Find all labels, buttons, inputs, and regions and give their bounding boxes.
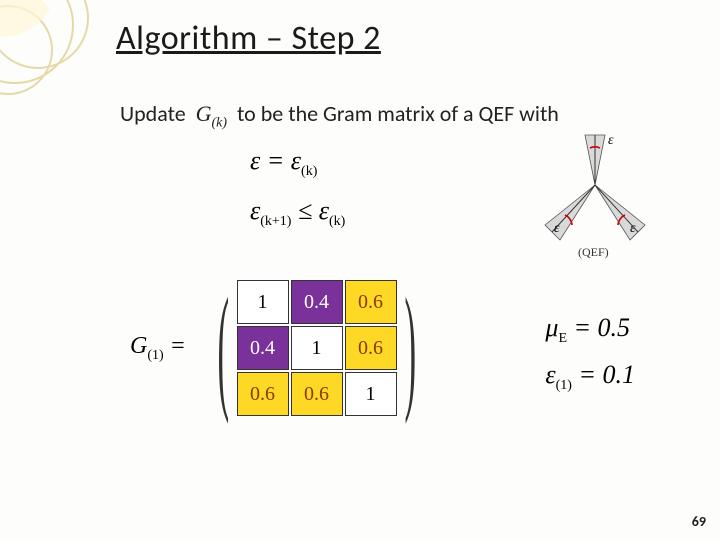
slide-title: Algorithm – Step 2 <box>116 18 381 59</box>
matrix-grid: 1 0.4 0.6 0.4 1 0.6 0.6 0.6 1 <box>237 280 397 416</box>
leq-sign: ≤ <box>291 196 318 225</box>
eps-right-1: ε <box>291 146 301 175</box>
cell-2-0: 0.6 <box>237 372 289 416</box>
cell-2-1: 0.6 <box>291 372 343 416</box>
qef-label: (QEF) <box>578 245 609 259</box>
update-word: Update <box>120 100 186 127</box>
cell-0-2: 0.6 <box>345 280 397 324</box>
body-rest: to be the Gram matrix of a QEF with <box>237 100 559 127</box>
eps-line: ε(1) = 0.1 <box>545 352 635 399</box>
eq-sign-1: = <box>260 146 291 175</box>
matrix-g-sub: (1) <box>147 347 163 362</box>
eps-right-1-sub: (k) <box>301 164 317 179</box>
cell-1-1: 1 <box>291 326 343 370</box>
cell-0-1: 0.4 <box>291 280 343 324</box>
body-text: Update G(k) to be the Gram matrix of a Q… <box>120 100 559 131</box>
eps-right-2: ε <box>319 196 329 225</box>
equation-block: ε = ε(k) ε(k+1) ≤ ε(k) <box>250 140 345 239</box>
qef-eps-left: ε <box>554 221 560 236</box>
qef-diagram: ε ε ε (QEF) <box>530 130 660 260</box>
g-subscript: (k) <box>212 115 228 130</box>
mu-symbol: μ <box>545 313 558 342</box>
eps-left-2-sub: (k+1) <box>260 214 291 229</box>
matrix-g: G <box>130 333 147 359</box>
matrix-area: G(1) = ( 1 0.4 0.6 0.4 1 0.6 0.6 0.6 1 ) <box>130 280 433 416</box>
decorative-circles <box>0 0 120 120</box>
eps-left-1: ε <box>250 146 260 175</box>
eps-sub: (1) <box>556 378 572 393</box>
matrix-eq: = <box>164 333 186 359</box>
eps-symbol: ε <box>545 360 555 389</box>
cell-0-0: 1 <box>237 280 289 324</box>
cell-2-2: 1 <box>345 372 397 416</box>
bracket-left: ( <box>217 283 229 413</box>
cell-1-2: 0.6 <box>345 326 397 370</box>
g-symbol: G <box>196 101 212 126</box>
mu-line: μE = 0.5 <box>545 305 635 352</box>
mu-val: = 0.5 <box>567 313 630 342</box>
eps-left-2: ε <box>250 196 260 225</box>
matrix-label: G(1) = <box>130 333 186 364</box>
side-values: μE = 0.5 ε(1) = 0.1 <box>545 305 635 399</box>
mu-sub: E <box>558 331 567 346</box>
qef-eps-right: ε <box>630 221 636 236</box>
qef-eps-top: ε <box>608 133 614 148</box>
eps-val: = 0.1 <box>572 360 635 389</box>
page-number: 69 <box>692 513 706 530</box>
cell-1-0: 0.4 <box>237 326 289 370</box>
equation-line-2: ε(k+1) ≤ ε(k) <box>250 190 345 234</box>
equation-line-1: ε = ε(k) <box>250 140 345 184</box>
eps-right-2-sub: (k) <box>329 214 345 229</box>
bracket-right: ) <box>404 283 416 413</box>
